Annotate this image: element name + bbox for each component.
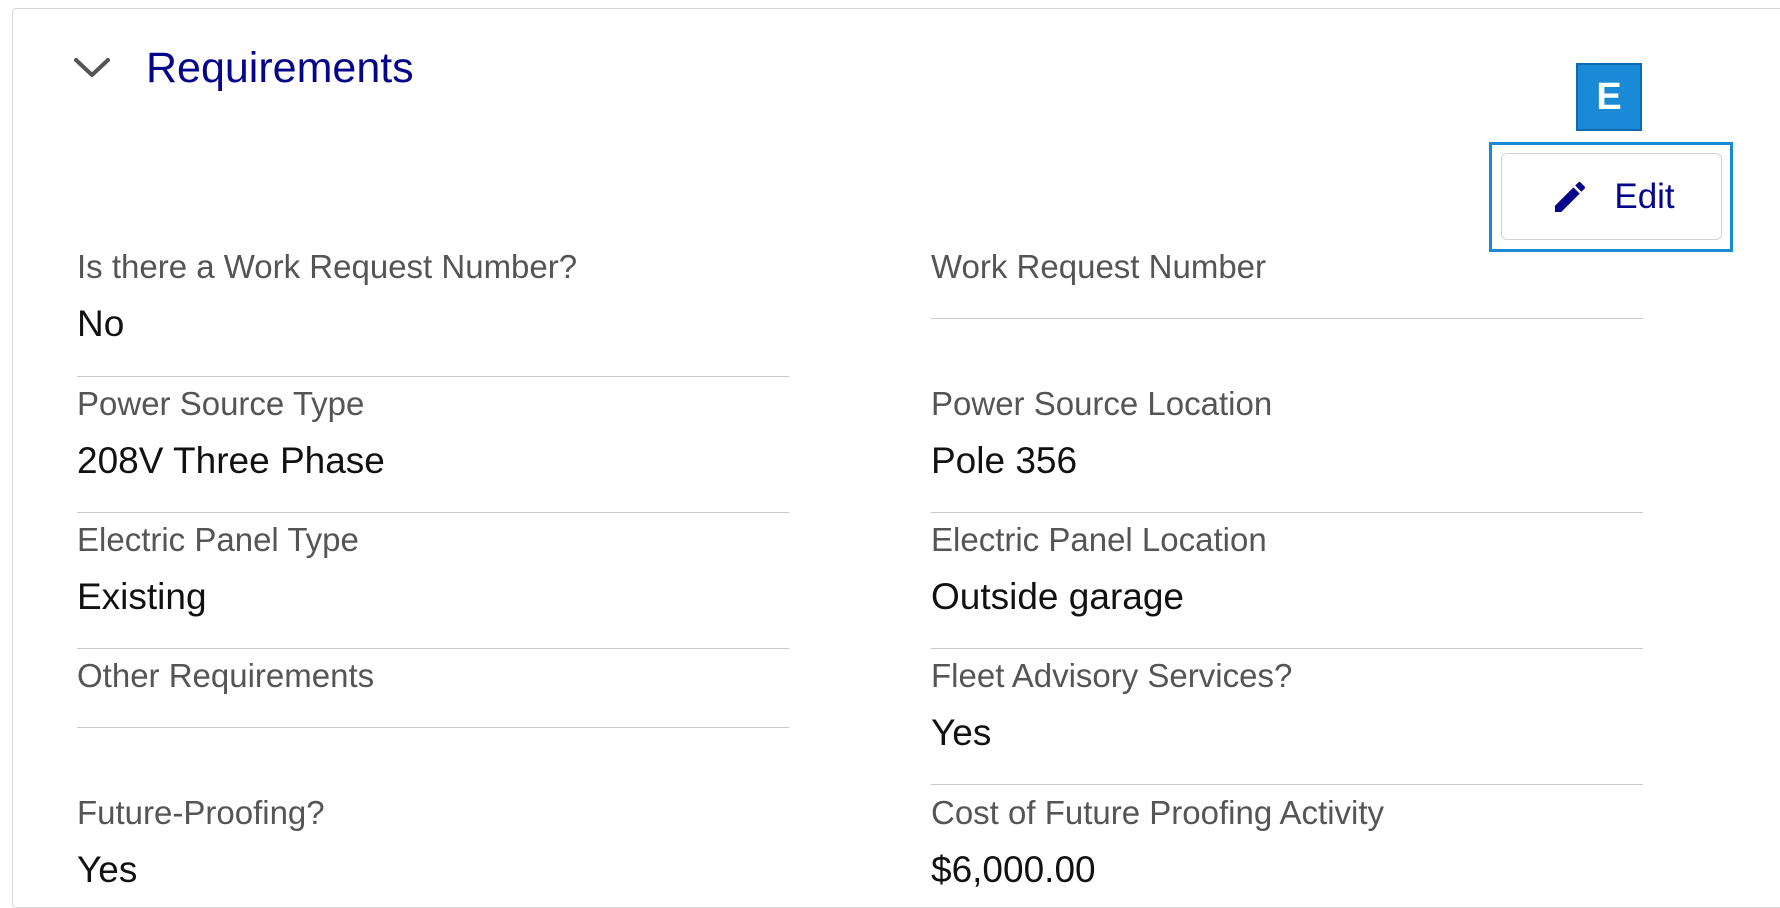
field-work-request-question: Is there a Work Request Number? No: [77, 248, 789, 346]
field-work-request-number: Work Request Number: [931, 248, 1643, 286]
field-other-requirements: Other Requirements: [77, 657, 789, 695]
field-value: $6,000.00: [931, 849, 1096, 890]
divider: [931, 648, 1643, 649]
field-fleet-advisory: Fleet Advisory Services? Yes: [931, 657, 1643, 755]
field-value: Pole 356: [931, 440, 1078, 481]
divider: [931, 784, 1643, 785]
field-value: Existing: [77, 576, 207, 617]
field-power-source-type: Power Source Type 208V Three Phase: [77, 385, 789, 483]
edit-button[interactable]: Edit: [1501, 153, 1722, 240]
field-label: Fleet Advisory Services?: [931, 657, 1293, 694]
divider: [77, 512, 789, 513]
field-label: Cost of Future Proofing Activity: [931, 794, 1385, 831]
divider: [77, 648, 789, 649]
shortcut-badge: E: [1576, 63, 1642, 131]
field-future-proofing: Future-Proofing? Yes: [77, 794, 789, 892]
field-label: Work Request Number: [931, 248, 1267, 285]
field-value: 208V Three Phase: [77, 440, 385, 481]
divider: [931, 318, 1643, 319]
divider: [77, 727, 789, 728]
divider: [77, 376, 789, 377]
field-label: Power Source Type: [77, 385, 365, 422]
field-label: Electric Panel Location: [931, 521, 1267, 558]
field-value: Yes: [931, 712, 992, 753]
field-label: Future-Proofing?: [77, 794, 325, 831]
field-power-source-location: Power Source Location Pole 356: [931, 385, 1643, 483]
field-label: Electric Panel Type: [77, 521, 359, 558]
field-future-proofing-cost: Cost of Future Proofing Activity $6,000.…: [931, 794, 1643, 892]
pencil-icon: [1548, 175, 1592, 219]
field-value: No: [77, 303, 125, 344]
chevron-down-icon[interactable]: [70, 46, 114, 90]
edit-button-label: Edit: [1614, 176, 1675, 216]
divider: [931, 512, 1643, 513]
field-value: Outside garage: [931, 576, 1185, 617]
field-label: Other Requirements: [77, 657, 375, 694]
field-value: Yes: [77, 849, 138, 890]
section-toggle[interactable]: Requirements: [70, 46, 414, 90]
field-electric-panel-location: Electric Panel Location Outside garage: [931, 521, 1643, 619]
field-label: Is there a Work Request Number?: [77, 248, 578, 285]
section-title: Requirements: [146, 44, 414, 92]
field-label: Power Source Location: [931, 385, 1273, 422]
field-electric-panel-type: Electric Panel Type Existing: [77, 521, 789, 619]
